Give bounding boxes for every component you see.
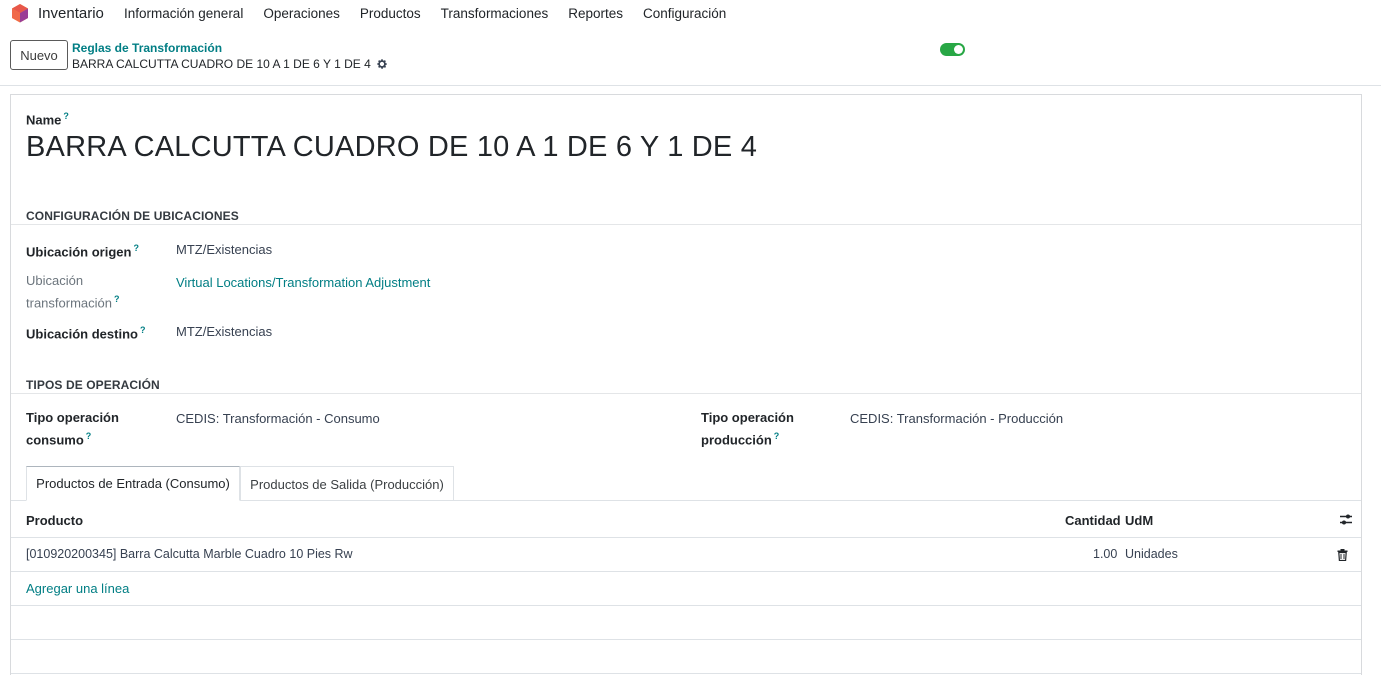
menu-item-configuracion[interactable]: Configuración: [643, 6, 726, 21]
control-panel-divider: [0, 85, 1381, 86]
tab-output-products[interactable]: Productos de Salida (Producción): [240, 466, 454, 501]
menu-item-reportes[interactable]: Reportes: [568, 6, 623, 21]
dest-location-value[interactable]: MTZ/Existencias: [176, 324, 272, 339]
transform-location-label: Ubicación transformación?: [26, 271, 119, 312]
consume-operation-label: Tipo operación consumo?: [26, 408, 119, 449]
empty-table-row: [11, 640, 1361, 674]
help-tooltip-icon[interactable]: ?: [133, 243, 139, 253]
breadcrumb-parent[interactable]: Reglas de Transformación: [72, 41, 222, 55]
cell-uom[interactable]: Unidades: [1125, 547, 1178, 561]
section-title-operations: TIPOS DE OPERACIÓN: [26, 378, 160, 392]
consume-operation-label-line1: Tipo operación: [26, 410, 119, 425]
help-tooltip-icon[interactable]: ?: [114, 294, 120, 304]
menu-item-productos[interactable]: Productos: [360, 6, 421, 21]
table-header: Producto Cantidad UdM: [11, 501, 1361, 538]
transform-location-label-line2: transformación: [26, 295, 112, 311]
cell-product[interactable]: [010920200345] Barra Calcutta Marble Cua…: [26, 547, 353, 561]
section-title-locations: CONFIGURACIÓN DE UBICACIONES: [26, 209, 239, 223]
column-header-uom[interactable]: UdM: [1125, 513, 1153, 528]
empty-table-row: [11, 606, 1361, 640]
production-operation-value[interactable]: CEDIS: Transformación - Producción: [850, 411, 1063, 426]
app-name[interactable]: Inventario: [38, 5, 104, 22]
main-menu: Información general Operaciones Producto…: [124, 6, 746, 21]
origin-location-label-text: Ubicación origen: [26, 244, 132, 260]
breadcrumb-current-label: BARRA CALCUTTA CUADRO DE 10 A 1 DE 6 Y 1…: [72, 57, 371, 71]
tab-input-products[interactable]: Productos de Entrada (Consumo): [26, 466, 240, 501]
dest-location-label-text: Ubicación destino: [26, 326, 138, 342]
cell-quantity[interactable]: 1.00: [1093, 547, 1117, 561]
origin-location-label: Ubicación origen?: [26, 239, 139, 261]
table-row[interactable]: [010920200345] Barra Calcutta Marble Cua…: [11, 538, 1361, 572]
menu-item-operaciones[interactable]: Operaciones: [263, 6, 340, 21]
add-line-link[interactable]: Agregar una línea: [26, 581, 129, 596]
name-label: Name?: [26, 111, 69, 127]
menu-item-transformaciones[interactable]: Transformaciones: [441, 6, 549, 21]
production-operation-label-line1: Tipo operación: [701, 410, 794, 425]
help-tooltip-icon[interactable]: ?: [774, 431, 780, 441]
breadcrumb-current: BARRA CALCUTTA CUADRO DE 10 A 1 DE 6 Y 1…: [72, 57, 388, 71]
origin-location-value[interactable]: MTZ/Existencias: [176, 242, 272, 257]
add-line-row: Agregar una línea: [11, 572, 1361, 606]
consume-operation-label-line2: consumo: [26, 432, 84, 448]
active-toggle[interactable]: [940, 43, 965, 56]
help-tooltip-icon[interactable]: ?: [86, 431, 92, 441]
top-navbar: Inventario Información general Operacion…: [0, 0, 1381, 28]
help-tooltip-icon[interactable]: ?: [63, 111, 69, 121]
new-button[interactable]: Nuevo: [10, 40, 68, 70]
section-divider: [11, 224, 1361, 225]
column-header-quantity[interactable]: Cantidad: [1065, 513, 1121, 528]
dest-location-label: Ubicación destino?: [26, 321, 145, 343]
transform-location-link[interactable]: Virtual Locations/Transformation Adjustm…: [176, 275, 430, 290]
record-name-field[interactable]: BARRA CALCUTTA CUADRO DE 10 A 1 DE 6 Y 1…: [26, 131, 757, 164]
section-divider: [11, 393, 1361, 394]
inventory-app-icon[interactable]: [11, 4, 29, 23]
production-operation-label-line2: producción: [701, 432, 772, 448]
transform-location-label-line1: Ubicación: [26, 273, 84, 288]
trash-icon[interactable]: [1337, 549, 1348, 561]
form-sheet: Name? BARRA CALCUTTA CUADRO DE 10 A 1 DE…: [10, 94, 1362, 675]
name-label-text: Name: [26, 112, 62, 128]
optional-columns-icon[interactable]: [1339, 513, 1353, 526]
column-header-product[interactable]: Producto: [26, 513, 83, 528]
consume-operation-value[interactable]: CEDIS: Transformación - Consumo: [176, 411, 380, 426]
gear-icon[interactable]: [376, 58, 388, 70]
help-tooltip-icon[interactable]: ?: [140, 325, 146, 335]
production-operation-label: Tipo operación producción?: [701, 408, 794, 449]
menu-item-informacion-general[interactable]: Información general: [124, 6, 243, 21]
